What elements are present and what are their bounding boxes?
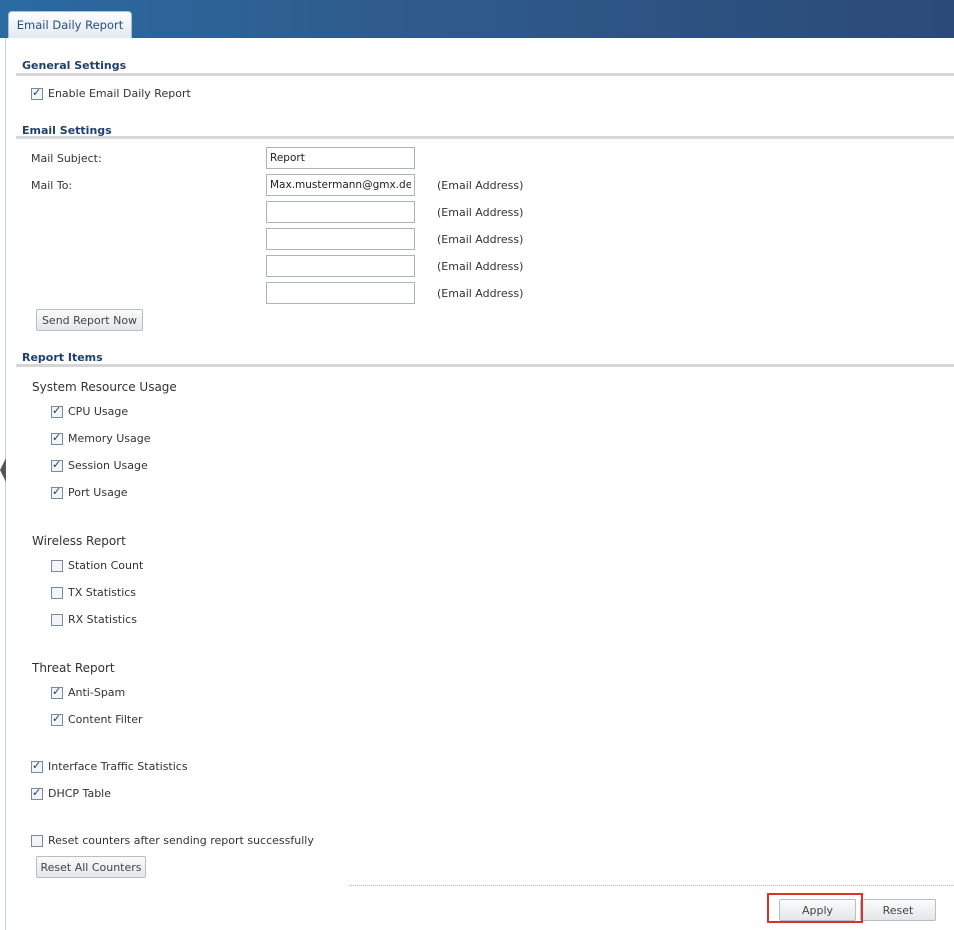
anti-spam-checkbox[interactable]: [51, 685, 63, 699]
footer-divider: [349, 885, 954, 886]
dhcp-table-checkbox[interactable]: [31, 786, 43, 800]
content-filter-row[interactable]: Content Filter: [51, 712, 143, 726]
section-divider: [16, 136, 954, 139]
collapse-arrow-icon[interactable]: [0, 458, 6, 482]
memory-usage-row[interactable]: Memory Usage: [51, 431, 151, 445]
port-usage-checkbox[interactable]: [51, 485, 63, 499]
section-title-report-items: Report Items: [22, 351, 103, 364]
section-divider: [16, 364, 954, 367]
mail-to-input-2[interactable]: [266, 201, 415, 223]
content-filter-label: Content Filter: [68, 713, 143, 726]
wireless-report-title: Wireless Report: [32, 534, 126, 548]
port-usage-row[interactable]: Port Usage: [51, 485, 128, 499]
session-usage-checkbox[interactable]: [51, 458, 63, 472]
rx-statistics-row[interactable]: RX Statistics: [51, 613, 137, 626]
tx-statistics-row[interactable]: TX Statistics: [51, 586, 136, 599]
rx-statistics-label: RX Statistics: [68, 613, 137, 626]
session-usage-label: Session Usage: [68, 459, 148, 472]
section-title-general: General Settings: [22, 59, 127, 72]
anti-spam-row[interactable]: Anti-Spam: [51, 685, 126, 699]
station-count-label: Station Count: [68, 559, 144, 572]
dhcp-table-row[interactable]: DHCP Table: [31, 786, 111, 800]
left-edge: [0, 38, 5, 930]
enable-email-report-checkbox[interactable]: [31, 86, 43, 100]
mail-to-input-1[interactable]: [266, 174, 415, 196]
mail-subject-label: Mail Subject:: [31, 152, 102, 165]
reset-counters-label: Reset counters after sending report succ…: [48, 834, 314, 847]
mail-to-label: Mail To:: [31, 179, 73, 192]
interface-traffic-checkbox[interactable]: [31, 759, 43, 773]
memory-usage-label: Memory Usage: [68, 432, 151, 445]
port-usage-label: Port Usage: [68, 486, 128, 499]
tx-statistics-label: TX Statistics: [68, 586, 137, 599]
mail-to-input-5[interactable]: [266, 282, 415, 304]
system-resource-usage-title: System Resource Usage: [32, 380, 177, 394]
cpu-usage-checkbox[interactable]: [51, 404, 63, 418]
cpu-usage-label: CPU Usage: [68, 405, 129, 418]
tx-statistics-checkbox[interactable]: [51, 586, 63, 599]
email-address-hint: (Email Address): [437, 233, 524, 246]
send-report-now-button[interactable]: Send Report Now: [36, 309, 143, 331]
email-address-hint: (Email Address): [437, 179, 524, 192]
memory-usage-checkbox[interactable]: [51, 431, 63, 445]
content-filter-checkbox[interactable]: [51, 712, 63, 726]
interface-traffic-label: Interface Traffic Statistics: [48, 760, 188, 773]
station-count-row[interactable]: Station Count: [51, 559, 143, 572]
email-address-hint: (Email Address): [437, 260, 524, 273]
interface-traffic-row[interactable]: Interface Traffic Statistics: [31, 759, 188, 773]
mail-to-input-3[interactable]: [266, 228, 415, 250]
session-usage-row[interactable]: Session Usage: [51, 458, 148, 472]
mail-to-input-4[interactable]: [266, 255, 415, 277]
enable-email-report-label: Enable Email Daily Report: [48, 87, 191, 100]
apply-highlight-box: [767, 893, 863, 923]
rx-statistics-checkbox[interactable]: [51, 613, 63, 626]
email-address-hint: (Email Address): [437, 206, 524, 219]
cpu-usage-row[interactable]: CPU Usage: [51, 404, 129, 418]
mail-subject-input[interactable]: [266, 147, 415, 169]
reset-all-counters-button[interactable]: Reset All Counters: [36, 856, 146, 878]
reset-counters-checkbox[interactable]: [31, 834, 43, 847]
reset-button[interactable]: Reset: [860, 899, 936, 921]
anti-spam-label: Anti-Spam: [68, 686, 126, 699]
station-count-checkbox[interactable]: [51, 559, 63, 572]
section-divider: [16, 73, 954, 76]
tab-email-daily-report[interactable]: Email Daily Report: [8, 11, 132, 38]
email-address-hint: (Email Address): [437, 287, 524, 300]
dhcp-table-label: DHCP Table: [48, 787, 111, 800]
threat-report-title: Threat Report: [32, 661, 115, 675]
reset-counters-row[interactable]: Reset counters after sending report succ…: [31, 834, 314, 847]
top-header-bar: [0, 0, 954, 38]
enable-email-report-row[interactable]: Enable Email Daily Report: [31, 86, 191, 100]
main-panel: [5, 38, 954, 930]
